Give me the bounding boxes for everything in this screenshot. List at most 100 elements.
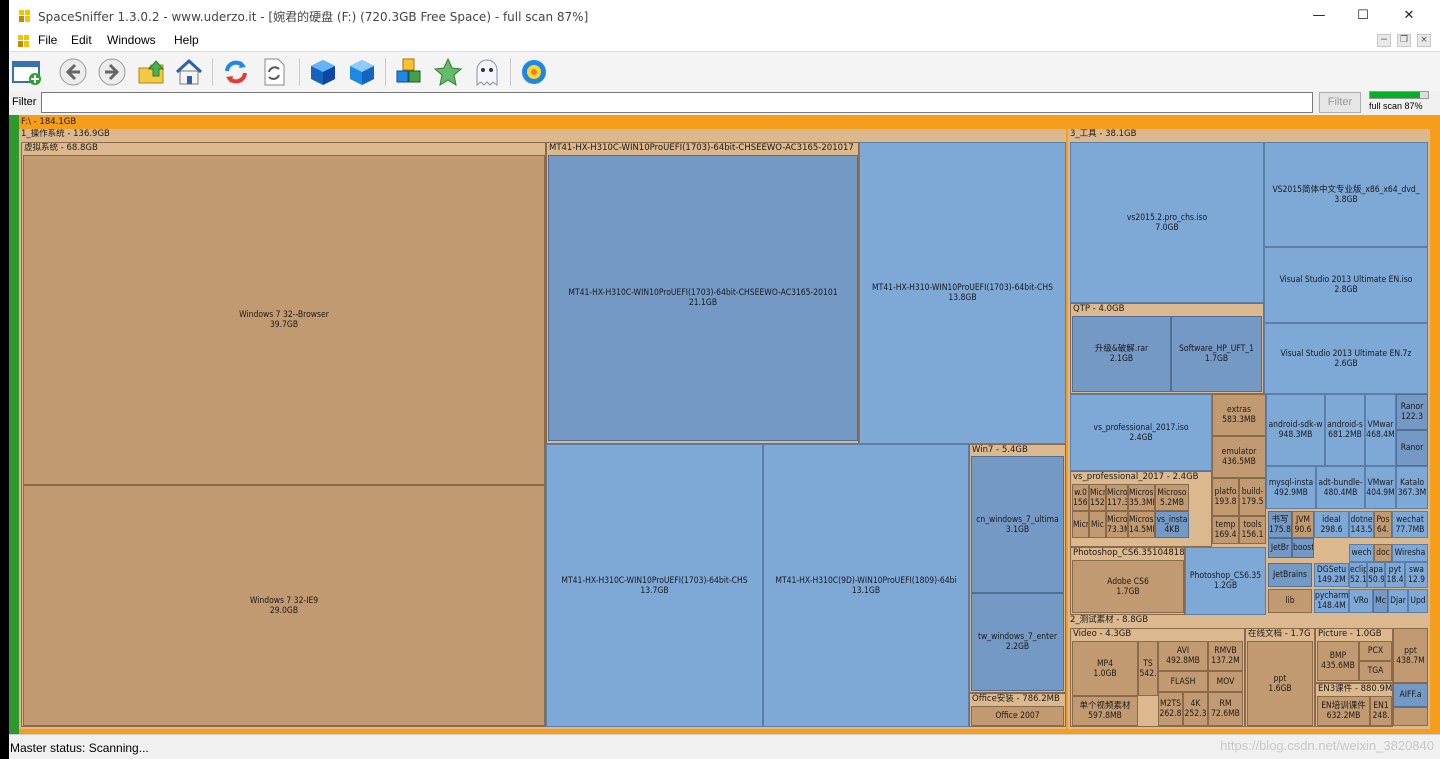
file-vs2015[interactable]: vs2015.2.pro_chs.iso 7.0GB bbox=[1070, 142, 1264, 303]
ghost-icon[interactable] bbox=[472, 57, 502, 87]
folder-extras[interactable]: extras 583.3MB bbox=[1212, 394, 1266, 436]
folder-flash[interactable]: FLASH bbox=[1158, 671, 1208, 692]
file-rano1[interactable]: Ranor 122.3 bbox=[1396, 394, 1428, 430]
file-mt2[interactable]: MT41-HX-H310-WIN10ProUEFI(1703)-64bit-CH… bbox=[859, 142, 1066, 444]
folder-tga[interactable]: TGA bbox=[1359, 661, 1392, 681]
file-office2007[interactable]: Office 2007 bbox=[971, 706, 1064, 726]
file-mt4[interactable]: MT41-HX-H310C(9D)-WIN10ProUEFI(1809)-64b… bbox=[763, 444, 969, 727]
blue-cube-icon[interactable] bbox=[308, 57, 338, 87]
menu-app-icon[interactable] bbox=[17, 33, 31, 47]
misc-cell[interactable]: Microso14.5MB bbox=[1128, 511, 1155, 538]
misc-cell[interactable]: tools 156.1 bbox=[1239, 516, 1266, 544]
file-aiff[interactable]: AIFF.a bbox=[1393, 683, 1428, 707]
new-view-icon[interactable] bbox=[12, 57, 42, 87]
misc-cell[interactable]: Mic bbox=[1089, 511, 1106, 538]
misc-cell[interactable]: dotne 143.5 bbox=[1349, 511, 1374, 538]
file-win7-browser[interactable]: Windows 7 32--Browser 39.7GB bbox=[23, 155, 545, 485]
file-mt3[interactable]: MT41-HX-H310C-WIN10ProUEFI(1703)-64bit-C… bbox=[546, 444, 763, 727]
misc-cell[interactable]: temp 169.4 bbox=[1212, 516, 1239, 544]
back-icon[interactable] bbox=[58, 57, 88, 87]
misc-cell[interactable]: Micros117.3M bbox=[1106, 484, 1128, 511]
file-win7-ie9[interactable]: Windows 7 32-IE9 29.0GB bbox=[23, 485, 545, 726]
rescan-icon[interactable] bbox=[259, 57, 289, 87]
misc-cell[interactable]: Djar bbox=[1388, 589, 1408, 613]
folder-4k[interactable]: 4K 252.3 bbox=[1183, 692, 1208, 726]
file-vs2013-7z[interactable]: Visual Studio 2013 Ultimate EN.7z 2.6GB bbox=[1264, 323, 1428, 394]
file-vs2015b[interactable]: VS2015简体中文专业版_x86_x64_dvd_ 3.8GB bbox=[1264, 142, 1428, 247]
misc-cell[interactable]: build- 179.5 bbox=[1239, 478, 1266, 516]
folder-pcx[interactable]: PCX bbox=[1359, 641, 1392, 661]
file-katalo[interactable]: Katalo 367.3M bbox=[1396, 466, 1428, 509]
mdi-restore-icon[interactable]: ❐ bbox=[1397, 34, 1411, 47]
folder-ts[interactable]: TS 542. bbox=[1138, 641, 1158, 696]
misc-cell[interactable]: boost bbox=[1292, 538, 1314, 558]
folder-rmvb[interactable]: RMVB 137.2M bbox=[1208, 641, 1243, 671]
folder-single-video[interactable]: 单个视频素材 597.8MB bbox=[1072, 696, 1138, 726]
folder-m2ts[interactable]: M2TS 262.8 bbox=[1158, 692, 1183, 726]
file-adt[interactable]: adt-bundle- 480.4MB bbox=[1316, 466, 1365, 509]
misc-cell[interactable]: ideaI 298.6 bbox=[1314, 511, 1349, 538]
file-vspro-iso[interactable]: vs_professional_2017.iso 2.4GB bbox=[1070, 394, 1212, 471]
misc-cell[interactable]: Mc bbox=[1373, 589, 1388, 613]
blue-cube-2-icon[interactable] bbox=[347, 57, 377, 87]
folder-ppt[interactable]: ppt 1.6GB bbox=[1247, 641, 1313, 726]
misc-cell[interactable]: JetBrains bbox=[1268, 563, 1312, 587]
folder-mp4[interactable]: MP4 1.0GB bbox=[1072, 641, 1138, 696]
folder-emulator[interactable]: emulator 436.5MB bbox=[1212, 436, 1266, 478]
file-qtp-uft[interactable]: Software_HP_UFT_1 1.7GB bbox=[1171, 316, 1262, 392]
file-vmware1[interactable]: VMwar 468.4M bbox=[1365, 394, 1396, 466]
filter-input[interactable] bbox=[41, 92, 1313, 113]
misc-cell[interactable]: Micr bbox=[1072, 511, 1089, 538]
misc-cell[interactable]: lib bbox=[1268, 589, 1312, 613]
misc-cell[interactable]: Micros73.3M bbox=[1106, 511, 1128, 538]
misc-cell[interactable]: VRo bbox=[1349, 589, 1373, 613]
folder-bmp[interactable]: BMP 435.6MB bbox=[1317, 641, 1359, 681]
misc-cell[interactable]: Microso 5.2MB bbox=[1155, 484, 1189, 511]
file-adobe-cs6[interactable]: Adobe CS6 1.7GB bbox=[1072, 560, 1184, 613]
misc-cell[interactable]: 书写 175.8 bbox=[1268, 511, 1292, 538]
misc-cell[interactable]: JetBr bbox=[1268, 538, 1292, 558]
maximize-button[interactable]: ☐ bbox=[1340, 0, 1386, 31]
colored-cubes-icon[interactable] bbox=[394, 57, 424, 87]
refresh-icon[interactable] bbox=[221, 57, 251, 87]
up-folder-icon[interactable] bbox=[137, 57, 167, 87]
file-cn-win7[interactable]: cn_windows_7_ultima 3.1GB bbox=[971, 456, 1064, 593]
misc-cell[interactable]: DGSetu 149.2M bbox=[1314, 563, 1349, 587]
filter-button[interactable]: Filter bbox=[1319, 92, 1361, 113]
misc-cell[interactable]: pycharm 148.4M bbox=[1314, 589, 1349, 613]
misc-cell[interactable]: vs_insta 4KB bbox=[1155, 511, 1189, 538]
file-vs2013-iso[interactable]: Visual Studio 2013 Ultimate EN.iso 2.8GB bbox=[1264, 247, 1428, 323]
misc-cell[interactable]: platfo 193.8 bbox=[1212, 478, 1239, 516]
file-android-sdk[interactable]: android-sdk-w 948.3MB bbox=[1266, 394, 1325, 466]
folder-ppt2[interactable]: ppt 438.7M bbox=[1393, 628, 1428, 683]
misc-cell[interactable]: Upd bbox=[1408, 589, 1428, 613]
misc-cell[interactable]: eclip 52.1 bbox=[1349, 562, 1367, 588]
misc-cell[interactable]: apa 50.9 bbox=[1367, 562, 1385, 588]
mdi-close-icon[interactable]: × bbox=[1417, 34, 1431, 47]
file-mysql[interactable]: mysql-insta 492.9MB bbox=[1266, 466, 1316, 509]
misc-cell[interactable]: JVM 90.6 bbox=[1292, 511, 1314, 538]
misc-cell[interactable]: wech bbox=[1349, 544, 1374, 562]
folder-misc-small[interactable] bbox=[1393, 707, 1428, 726]
gear-flower-icon[interactable] bbox=[519, 57, 549, 87]
file-mt1[interactable]: MT41-HX-H310C-WIN10ProUEFI(1703)-64bit-C… bbox=[548, 155, 858, 441]
minimize-button[interactable]: — bbox=[1296, 0, 1342, 31]
menu-file[interactable]: File bbox=[38, 33, 57, 47]
file-tw-win7[interactable]: tw_windows_7_enter 2.2GB bbox=[971, 593, 1064, 691]
forward-icon[interactable] bbox=[97, 57, 127, 87]
file-qtp-rar[interactable]: 升级&破解.rar 2.1GB bbox=[1072, 316, 1171, 392]
misc-cell[interactable]: Pos 64. bbox=[1374, 511, 1392, 538]
menu-help[interactable]: Help bbox=[174, 33, 199, 47]
close-button[interactable]: ✕ bbox=[1386, 0, 1432, 31]
file-vmware2[interactable]: VMwar 404.9M bbox=[1365, 466, 1396, 509]
misc-cell[interactable]: swa 12.9 bbox=[1405, 562, 1428, 588]
file-android-s[interactable]: android-s 681.2MB bbox=[1325, 394, 1365, 466]
menu-windows[interactable]: Windows bbox=[107, 33, 156, 47]
folder-rm[interactable]: RM 72.6MB bbox=[1208, 692, 1243, 726]
misc-cell[interactable]: doc bbox=[1374, 544, 1392, 562]
misc-cell[interactable]: Wiresha bbox=[1392, 544, 1428, 562]
misc-cell[interactable]: wechat 77.7MB bbox=[1392, 511, 1428, 538]
folder-avi[interactable]: AVI 492.8MB bbox=[1158, 641, 1208, 671]
file-photoshop-cs6[interactable]: Photoshop_CS6.35 1.2GB bbox=[1185, 547, 1266, 615]
mdi-minimize-icon[interactable]: − bbox=[1377, 34, 1391, 47]
